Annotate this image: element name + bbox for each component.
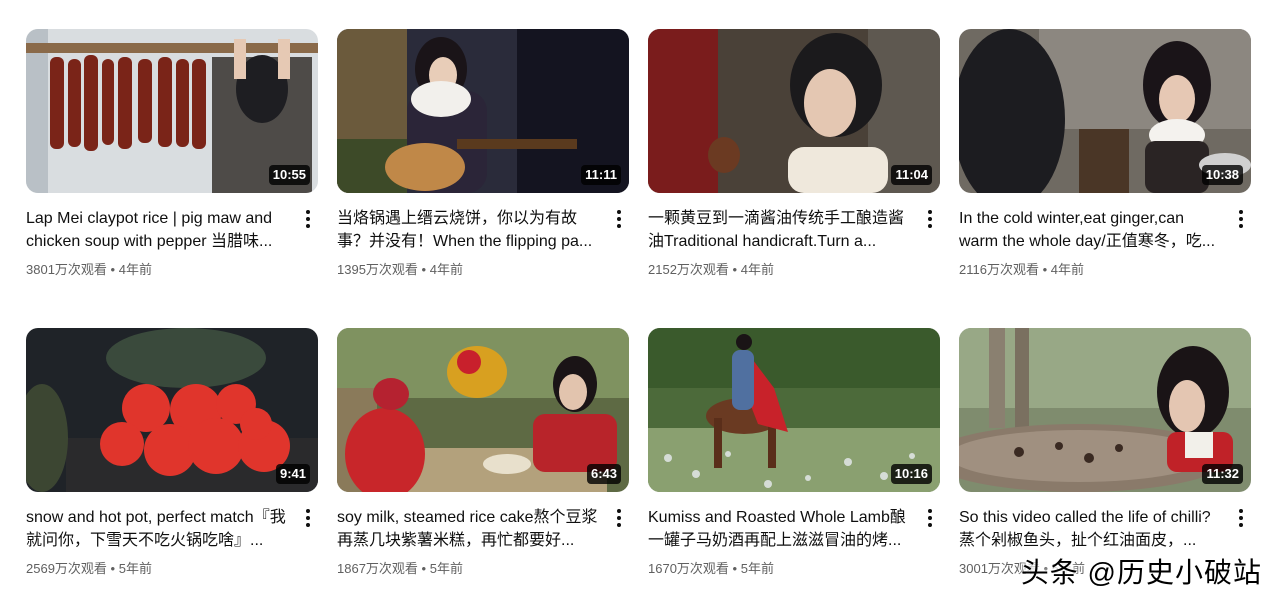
video-thumbnail[interactable]: 9:41 xyxy=(26,328,318,492)
view-count: 1670万次观看 xyxy=(648,561,729,576)
view-count: 3801万次观看 xyxy=(26,262,107,277)
duration-badge: 9:41 xyxy=(275,464,310,484)
upload-age: 5年前 xyxy=(740,561,774,576)
video-meta: Lap Mei claypot rice | pig maw and chick… xyxy=(26,207,318,278)
video-card[interactable]: 11:11 当烙锅遇上缙云烧饼，你以为有故事？并没有！When the flip… xyxy=(337,29,629,278)
upload-age: 4年前 xyxy=(740,262,774,277)
separator: • xyxy=(421,262,427,277)
duration-badge: 11:04 xyxy=(891,165,932,185)
view-count: 1395万次观看 xyxy=(337,262,418,277)
video-title[interactable]: 当烙锅遇上缙云烧饼，你以为有故事？并没有！When the flipping p… xyxy=(337,207,601,253)
thumbnail-image xyxy=(337,328,629,492)
separator: • xyxy=(110,262,116,277)
video-title[interactable]: In the cold winter,eat ginger,can warm t… xyxy=(959,207,1223,253)
more-vert-icon[interactable] xyxy=(609,506,629,530)
video-thumbnail[interactable]: 10:55 xyxy=(26,29,318,193)
view-count: 2152万次观看 xyxy=(648,262,729,277)
separator: • xyxy=(110,561,116,576)
more-vert-icon[interactable] xyxy=(298,207,318,231)
upload-age: 4年前 xyxy=(118,262,152,277)
duration-badge: 10:38 xyxy=(1201,165,1243,185)
video-title[interactable]: Kumiss and Roasted Whole Lamb酿一罐子马奶酒再配上滋… xyxy=(648,506,912,552)
video-meta: Kumiss and Roasted Whole Lamb酿一罐子马奶酒再配上滋… xyxy=(648,506,940,577)
upload-age: 4年前 xyxy=(429,262,463,277)
video-card[interactable]: 10:38 In the cold winter,eat ginger,can … xyxy=(959,29,1251,278)
thumbnail-image xyxy=(26,328,318,492)
video-thumbnail[interactable]: 6:43 xyxy=(337,328,629,492)
video-thumbnail[interactable]: 10:16 xyxy=(648,328,940,492)
video-stats: 2116万次观看 • 4年前 xyxy=(959,262,1223,278)
video-stats: 2152万次观看 • 4年前 xyxy=(648,262,912,278)
video-title[interactable]: 一颗黄豆到一滴酱油传统手工酿造酱油Traditional handicraft.… xyxy=(648,207,912,253)
upload-age: 5年前 xyxy=(118,561,152,576)
video-thumbnail[interactable]: 11:11 xyxy=(337,29,629,193)
more-vert-icon[interactable] xyxy=(1231,506,1251,530)
more-vert-icon[interactable] xyxy=(609,207,629,231)
video-meta: snow and hot pot, perfect match『我就问你，下雪天… xyxy=(26,506,318,577)
duration-badge: 10:16 xyxy=(890,464,932,484)
video-meta: 一颗黄豆到一滴酱油传统手工酿造酱油Traditional handicraft.… xyxy=(648,207,940,278)
more-vert-icon[interactable] xyxy=(920,207,940,231)
more-vert-icon[interactable] xyxy=(1231,207,1251,231)
video-stats: 1867万次观看 • 5年前 xyxy=(337,561,601,577)
watermark-text: 头条 @历史小破站 xyxy=(1020,557,1262,588)
video-title[interactable]: soy milk, steamed rice cake熬个豆浆再蒸几块紫薯米糕，… xyxy=(337,506,601,552)
duration-badge: 11:11 xyxy=(581,165,621,185)
separator: • xyxy=(732,561,738,576)
view-count: 1867万次观看 xyxy=(337,561,418,576)
video-meta: 当烙锅遇上缙云烧饼，你以为有故事？并没有！When the flipping p… xyxy=(337,207,629,278)
video-thumbnail[interactable]: 10:38 xyxy=(959,29,1251,193)
video-meta: soy milk, steamed rice cake熬个豆浆再蒸几块紫薯米糕，… xyxy=(337,506,629,577)
video-stats: 1670万次观看 • 5年前 xyxy=(648,561,912,577)
video-card[interactable]: 6:43 soy milk, steamed rice cake熬个豆浆再蒸几块… xyxy=(337,328,629,577)
view-count: 2116万次观看 xyxy=(959,262,1039,277)
separator: • xyxy=(732,262,738,277)
video-stats: 3801万次观看 • 4年前 xyxy=(26,262,290,278)
view-count: 2569万次观看 xyxy=(26,561,107,576)
duration-badge: 11:32 xyxy=(1202,464,1243,484)
video-card[interactable]: 10:55 Lap Mei claypot rice | pig maw and… xyxy=(26,29,318,278)
upload-age: 4年前 xyxy=(1050,262,1085,277)
video-meta: In the cold winter,eat ginger,can warm t… xyxy=(959,207,1251,278)
video-thumbnail[interactable]: 11:32 xyxy=(959,328,1251,492)
more-vert-icon[interactable] xyxy=(298,506,318,530)
video-title[interactable]: Lap Mei claypot rice | pig maw and chick… xyxy=(26,207,290,253)
more-vert-icon[interactable] xyxy=(920,506,940,530)
video-card[interactable]: 10:16 Kumiss and Roasted Whole Lamb酿一罐子马… xyxy=(648,328,940,577)
duration-badge: 10:55 xyxy=(268,165,310,185)
separator: • xyxy=(1042,262,1048,277)
video-thumbnail[interactable]: 11:04 xyxy=(648,29,940,193)
video-card[interactable]: 11:04 一颗黄豆到一滴酱油传统手工酿造酱油Traditional handi… xyxy=(648,29,940,278)
video-title[interactable]: snow and hot pot, perfect match『我就问你，下雪天… xyxy=(26,506,290,552)
video-stats: 2569万次观看 • 5年前 xyxy=(26,561,290,577)
video-card[interactable]: 11:32 So this video called the life of c… xyxy=(959,328,1251,577)
upload-age: 5年前 xyxy=(429,561,463,576)
video-title[interactable]: So this video called the life of chilli?… xyxy=(959,506,1223,552)
duration-badge: 6:43 xyxy=(586,464,621,484)
separator: • xyxy=(421,561,427,576)
video-stats: 1395万次观看 • 4年前 xyxy=(337,262,601,278)
video-card[interactable]: 9:41 snow and hot pot, perfect match『我就问… xyxy=(26,328,318,577)
